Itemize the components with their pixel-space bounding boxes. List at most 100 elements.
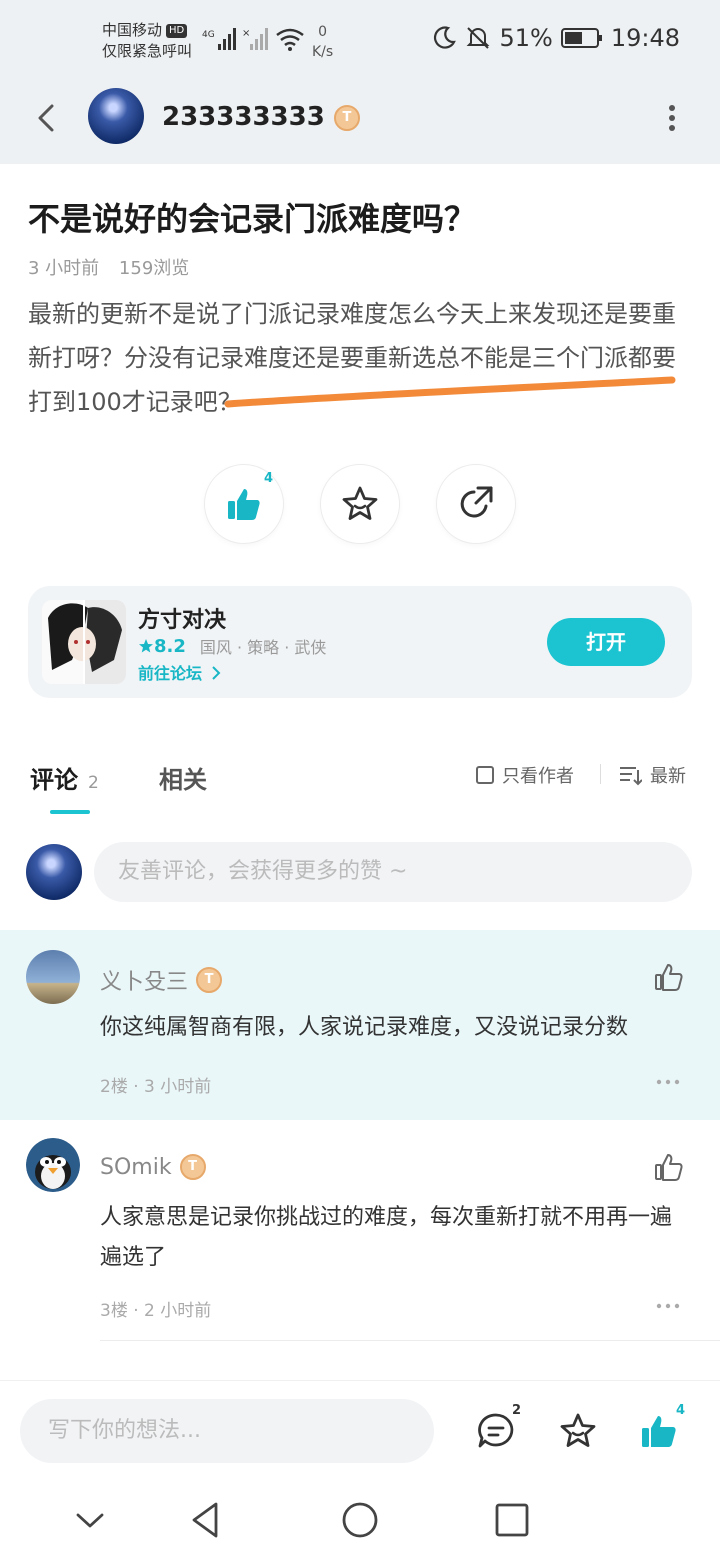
commenter-name[interactable]: SOmik T	[100, 1154, 206, 1180]
status-right: 51% 19:48	[431, 24, 680, 52]
comment-like-icon[interactable]	[654, 1152, 684, 1182]
comment-composer: 友善评论，会获得更多的赞 ~	[0, 822, 720, 930]
tab-comments-label[interactable]: 评论	[30, 766, 78, 794]
signal-nosim-icon: ×	[242, 28, 268, 50]
reply-input[interactable]: 写下你的想法...	[20, 1399, 434, 1463]
tab-related[interactable]: 相关	[159, 760, 207, 795]
share-button[interactable]	[436, 464, 516, 544]
commenter-name-label[interactable]: SOmik	[100, 1155, 172, 1180]
favorite-button[interactable]	[320, 464, 400, 544]
comment-meta: 2楼 · 3 小时前	[100, 1077, 212, 1097]
author-username[interactable]: 233333333	[162, 102, 325, 132]
comment-bubble-icon[interactable]	[476, 1411, 516, 1451]
more-vertical-icon[interactable]	[668, 104, 676, 132]
game-rating: 8.2	[154, 635, 186, 657]
divider	[600, 764, 601, 784]
commenter-avatar[interactable]	[26, 950, 80, 1004]
chevron-down-icon[interactable]	[70, 1500, 110, 1540]
comment-divider	[100, 1340, 720, 1341]
game-cover[interactable]	[42, 600, 126, 684]
comment-input[interactable]: 友善评论，会获得更多的赞 ~	[94, 842, 692, 902]
battery-icon	[560, 28, 602, 48]
comment-text: 人家意思是记录你挑战过的难度，每次重新打就不用再一遍遍选了	[100, 1205, 673, 1270]
rating-star-icon	[139, 639, 153, 653]
active-tab-indicator	[50, 810, 90, 814]
carrier-name: 中国移动	[102, 21, 163, 39]
checkbox-icon[interactable]	[476, 766, 494, 784]
comment-text: 你这纯属智商有限，人家说记录难度，又没说记录分数	[100, 1015, 629, 1040]
author-avatar[interactable]	[88, 88, 144, 144]
my-avatar	[26, 844, 82, 900]
system-navigation-bar	[0, 1480, 720, 1560]
sort-icon	[620, 767, 642, 786]
clock: 19:48	[610, 24, 680, 52]
back-triangle-icon[interactable]	[186, 1500, 226, 1540]
goto-forum-label[interactable]: 前往论坛	[138, 664, 202, 683]
level-badge-icon: T	[333, 104, 360, 131]
hd-badge: HD	[166, 24, 188, 38]
comment-item: SOmik T 人家意思是记录你挑战过的难度，每次重新打就不用再一遍遍选了 3楼…	[0, 1120, 720, 1340]
post-title: 不是说好的会记录门派难度吗？	[28, 200, 477, 238]
carrier-sub: 仅限紧急呼叫	[102, 42, 193, 60]
thumbs-up-icon	[228, 489, 260, 520]
more-horizontal-icon[interactable]	[656, 1078, 680, 1086]
favorite-star-icon[interactable]	[558, 1411, 598, 1451]
battery-percent: 51%	[499, 24, 553, 52]
bell-off-icon	[467, 27, 490, 49]
tab-comments-count: 2	[88, 773, 99, 793]
bottom-like-count: 4	[676, 1403, 686, 1418]
chevron-right-icon	[211, 666, 221, 680]
post-actions: 4	[204, 464, 516, 544]
only-author-toggle[interactable]: 只看作者	[476, 762, 574, 788]
open-game-button[interactable]: 打开	[547, 618, 665, 666]
bottom-thumbs-up-icon[interactable]	[640, 1411, 680, 1451]
network-type: 4G	[202, 30, 215, 40]
net-speed: 0 K/s	[312, 22, 333, 62]
bottom-comment-count: 2	[512, 1403, 522, 1418]
commenter-avatar[interactable]	[26, 1138, 80, 1192]
svg-text:×: ×	[242, 28, 250, 39]
more-horizontal-icon[interactable]	[656, 1302, 680, 1310]
signal-4g-icon: 4G	[202, 28, 236, 50]
moon-icon	[434, 26, 457, 49]
wifi-icon	[276, 28, 304, 51]
penguin-avatar-art	[26, 1138, 80, 1192]
orange-scribble	[224, 376, 676, 408]
comment-item: 义卜殳三 T 你这纯属智商有限，人家说记录难度，又没说记录分数 2楼 · 3 小…	[0, 930, 720, 1120]
carrier-info: 中国移动 HD 仅限紧急呼叫	[102, 20, 192, 62]
net-speed-unit: K/s	[312, 44, 334, 60]
status-bar: 中国移动 HD 仅限紧急呼叫 4G × 0 K/s 51% 19:48	[0, 0, 720, 80]
comment-like-icon[interactable]	[654, 962, 684, 992]
bottom-action-bar: 写下你的想法... 2 4	[0, 1380, 720, 1480]
like-button[interactable]: 4	[204, 464, 284, 544]
level-badge-icon: T	[179, 1154, 206, 1180]
only-author-label[interactable]: 只看作者	[502, 762, 574, 788]
game-cover-art	[48, 600, 122, 684]
tab-comments[interactable]: 评论 2	[30, 760, 99, 795]
back-arrow-icon[interactable]	[28, 98, 68, 138]
post-time: 3 小时前	[28, 258, 100, 279]
home-circle-icon[interactable]	[340, 1500, 380, 1540]
comments-tabs: 评论 2 相关 只看作者 最新	[0, 732, 720, 822]
post-views: 159浏览	[118, 258, 190, 279]
game-name[interactable]: 方寸对决	[138, 602, 226, 634]
post-header: 233333333 T	[0, 80, 720, 164]
like-count: 4	[263, 471, 273, 486]
sort-label[interactable]: 最新	[650, 762, 686, 788]
post-meta: 3 小时前 159浏览	[28, 254, 203, 280]
commenter-name[interactable]: 义卜殳三 T	[100, 964, 223, 996]
level-badge-icon: T	[196, 967, 223, 993]
sort-toggle[interactable]: 最新	[618, 762, 686, 788]
game-card[interactable]: 方寸对决 8.2 国风 · 策略 · 武侠 前往论坛 打开	[28, 586, 692, 698]
recents-square-icon[interactable]	[492, 1500, 532, 1540]
goto-forum-link[interactable]: 前往论坛	[138, 660, 222, 684]
star-icon	[342, 486, 378, 520]
comment-meta: 3楼 · 2 小时前	[100, 1301, 212, 1321]
commenter-name-label[interactable]: 义卜殳三	[100, 964, 188, 996]
net-speed-value: 0	[318, 24, 328, 40]
game-tags: 国风 · 策略 · 武侠	[199, 638, 327, 657]
game-meta: 8.2 国风 · 策略 · 武侠	[138, 634, 326, 658]
author-name[interactable]: 233333333 T	[162, 102, 360, 132]
post-card: 不是说好的会记录门派难度吗？ 3 小时前 159浏览 最新的更新不是说了门派记录…	[0, 164, 720, 730]
share-icon	[460, 486, 493, 518]
